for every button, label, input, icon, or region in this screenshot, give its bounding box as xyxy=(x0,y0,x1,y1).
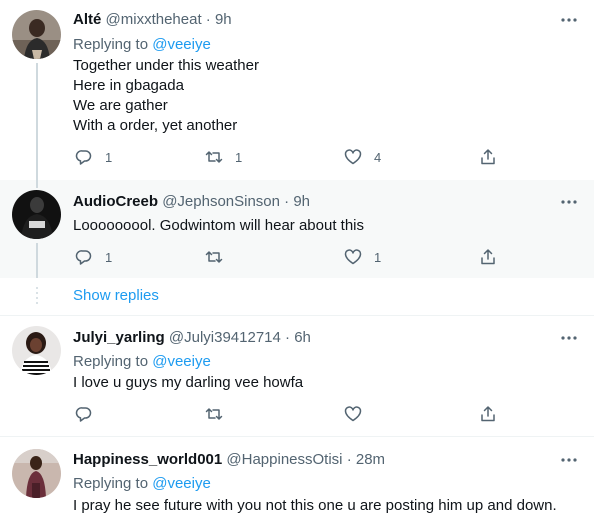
user-handle[interactable]: @Julyi39412714 xyxy=(169,329,281,346)
replying-to-label: Replying to xyxy=(73,353,149,370)
replying-to-handle[interactable]: @veeiye xyxy=(152,353,211,370)
tweet-header: Happiness_world001 @HappinessOtisi · 28m xyxy=(73,450,385,470)
share-button[interactable] xyxy=(479,148,497,166)
share-button[interactable] xyxy=(479,405,497,423)
thread-line xyxy=(36,180,38,188)
user-handle[interactable]: @JephsonSinson xyxy=(162,193,280,210)
show-replies-link[interactable]: Show replies xyxy=(73,287,159,304)
replying-to: Replying to @veeiye xyxy=(73,474,211,494)
tweet-audiocreeb[interactable]: AudioCreeb @JephsonSinson · 9h Loooooooo… xyxy=(0,180,594,278)
more-options-icon[interactable] xyxy=(560,451,578,469)
display-name[interactable]: AudioCreeb xyxy=(73,193,158,210)
reply-feed: Alté @mixxtheheat · 9h Replying to @veei… xyxy=(0,0,594,527)
retweet-count: 1 xyxy=(235,149,243,165)
action-bar xyxy=(73,405,513,425)
tweet-header: Alté @mixxtheheat · 9h xyxy=(73,10,232,30)
tweet-text: I pray he see future with you not this o… xyxy=(73,496,557,516)
retweet-icon xyxy=(205,151,223,163)
tweet-line: With a order, yet another xyxy=(73,117,238,134)
tweet-line: Looooooool. Godwintom will hear about th… xyxy=(73,217,365,234)
tweet-text: Together under this weather Here in gbag… xyxy=(73,56,259,136)
share-icon xyxy=(481,249,495,265)
replying-to-handle[interactable]: @veeiye xyxy=(152,475,211,492)
user-handle[interactable]: @mixxtheheat xyxy=(106,11,202,28)
timestamp[interactable]: · 28m xyxy=(347,451,385,468)
avatar[interactable] xyxy=(12,326,61,375)
replying-to-label: Replying to xyxy=(73,36,149,53)
avatar[interactable] xyxy=(12,449,61,498)
timestamp[interactable]: · 9h xyxy=(206,11,232,28)
reply-button[interactable]: 1 xyxy=(75,248,112,266)
replying-to-handle[interactable]: @veeiye xyxy=(152,36,211,53)
tweet-line: Here in gbagada xyxy=(73,77,184,94)
reply-icon xyxy=(75,407,92,422)
reply-button[interactable] xyxy=(75,405,93,423)
reply-icon xyxy=(75,250,92,265)
tweet-text: Looooooool. Godwintom will hear about th… xyxy=(73,216,364,236)
display-name[interactable]: Happiness_world001 xyxy=(73,451,222,468)
more-options-icon[interactable] xyxy=(560,11,578,29)
like-count: 4 xyxy=(374,149,382,165)
avatar[interactable] xyxy=(12,190,61,239)
like-count: 1 xyxy=(374,249,382,265)
heart-icon xyxy=(344,149,362,165)
tweet-header: AudioCreeb @JephsonSinson · 9h xyxy=(73,192,310,212)
show-replies-row[interactable]: Show replies xyxy=(0,278,594,316)
reply-button[interactable]: 1 xyxy=(75,148,112,166)
more-options-icon[interactable] xyxy=(560,329,578,347)
share-button[interactable] xyxy=(479,248,497,266)
tweet-alte[interactable]: Alté @mixxtheheat · 9h Replying to @veei… xyxy=(0,0,594,180)
replying-to: Replying to @veeiye xyxy=(73,35,211,55)
thread-dots xyxy=(36,287,38,304)
like-button[interactable] xyxy=(344,405,362,423)
tweet-julyi[interactable]: Julyi_yarling @Julyi39412714 · 6h Replyi… xyxy=(0,316,594,436)
more-options-icon[interactable] xyxy=(560,193,578,211)
retweet-button[interactable] xyxy=(205,248,239,266)
tweet-happiness[interactable]: Happiness_world001 @HappinessOtisi · 28m… xyxy=(0,437,594,527)
tweet-line: I pray he see future with you not this o… xyxy=(73,497,557,514)
timestamp[interactable]: · 6h xyxy=(285,329,311,346)
display-name[interactable]: Alté xyxy=(73,11,101,28)
replying-to: Replying to @veeiye xyxy=(73,352,211,372)
action-bar: 1 1 4 xyxy=(73,148,513,168)
share-icon xyxy=(481,149,495,165)
reply-count: 1 xyxy=(105,149,113,165)
replying-to-label: Replying to xyxy=(73,475,149,492)
share-icon xyxy=(481,406,495,422)
heart-icon xyxy=(344,249,362,265)
tweet-header: Julyi_yarling @Julyi39412714 · 6h xyxy=(73,328,311,348)
thread-line xyxy=(36,243,38,278)
heart-icon xyxy=(344,406,362,422)
retweet-icon xyxy=(205,408,223,420)
reply-count: 1 xyxy=(105,249,113,265)
tweet-line: We are gather xyxy=(73,97,168,114)
retweet-icon xyxy=(205,251,223,263)
avatar[interactable] xyxy=(12,10,61,59)
action-bar: 1 1 xyxy=(73,248,513,268)
tweet-text: I love u guys my darling vee howfa xyxy=(73,373,303,393)
retweet-button[interactable]: 1 xyxy=(205,148,242,166)
reply-icon xyxy=(75,150,92,165)
like-button[interactable]: 1 xyxy=(344,248,381,266)
like-button[interactable]: 4 xyxy=(344,148,381,166)
timestamp[interactable]: · 9h xyxy=(284,193,310,210)
display-name[interactable]: Julyi_yarling xyxy=(73,329,165,346)
thread-line xyxy=(36,63,38,180)
tweet-line: I love u guys my darling vee howfa xyxy=(73,374,304,391)
retweet-button[interactable] xyxy=(205,405,223,423)
tweet-line: Together under this weather xyxy=(73,57,259,74)
user-handle[interactable]: @HappinessOtisi xyxy=(226,451,342,468)
